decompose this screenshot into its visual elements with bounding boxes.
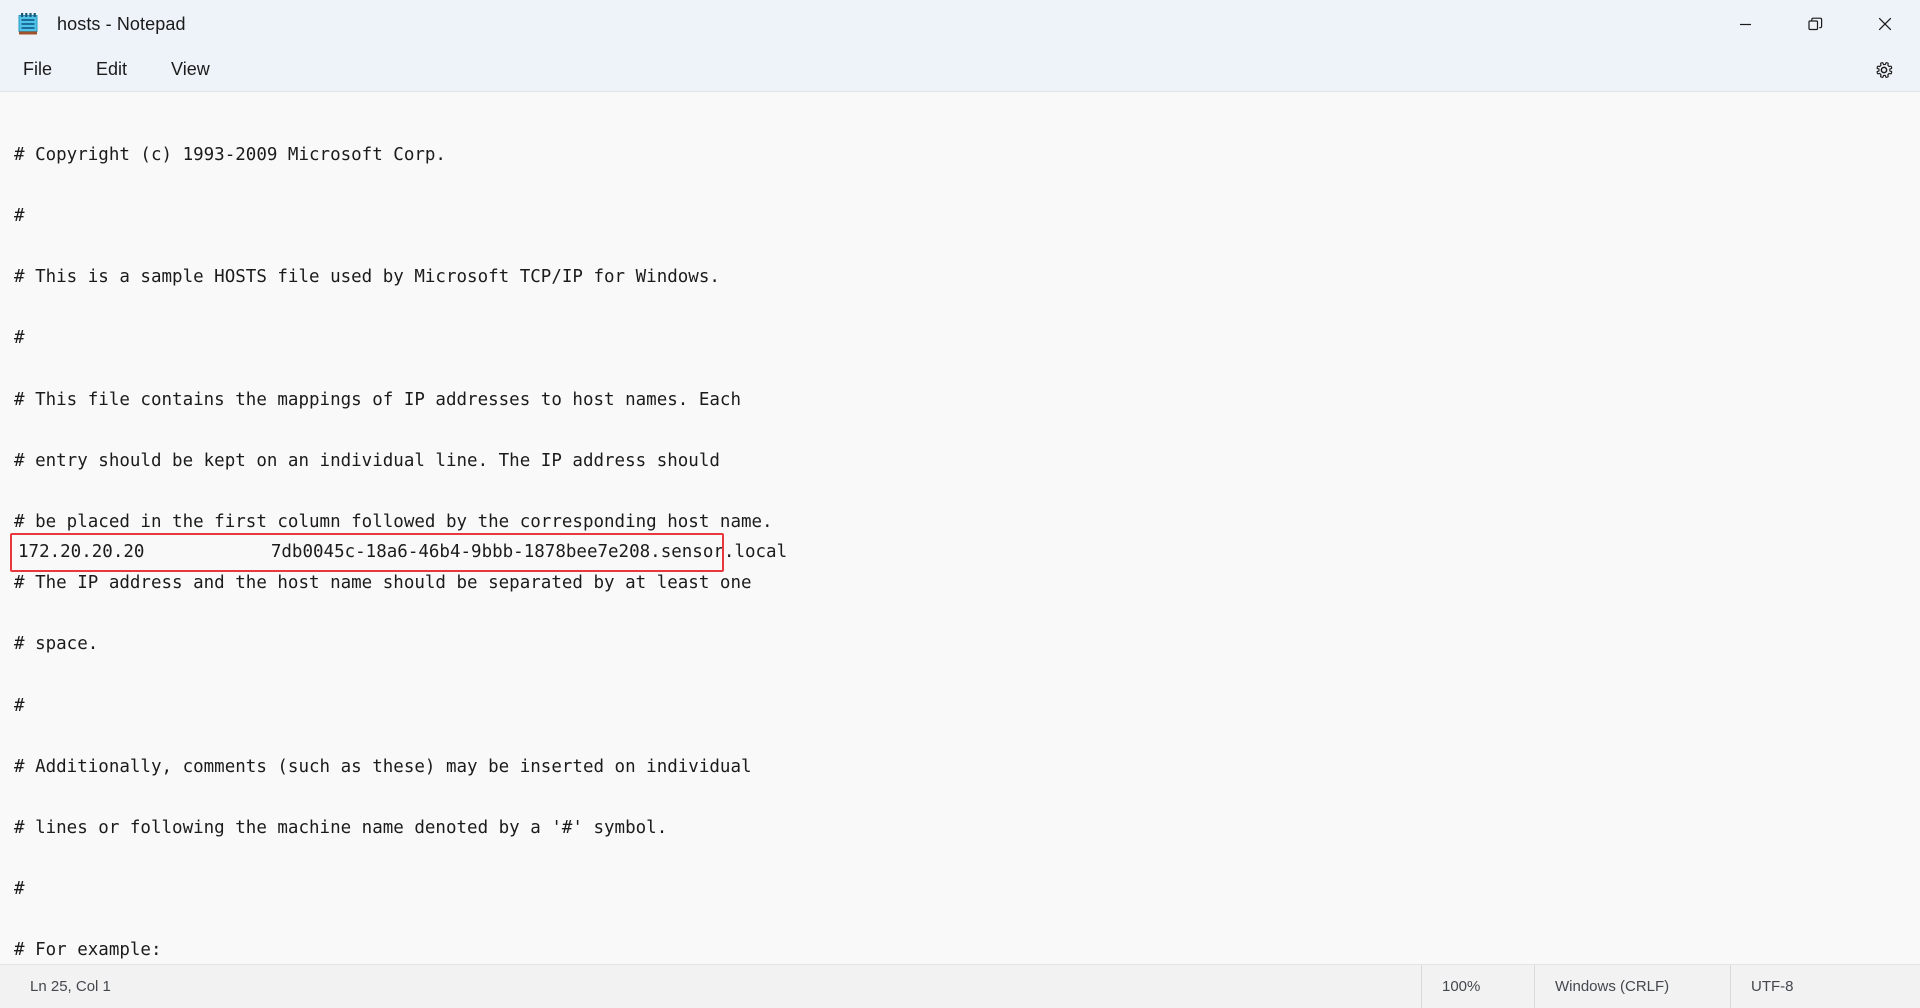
code-line: #	[14, 695, 25, 716]
cursor-position-status: Ln 25, Col 1	[30, 978, 111, 995]
maximize-button[interactable]	[1780, 0, 1850, 48]
window-controls	[1710, 0, 1920, 48]
settings-button[interactable]	[1864, 53, 1904, 87]
hosts-file-content[interactable]: # Copyright (c) 1993-2009 Microsoft Corp…	[0, 92, 1920, 964]
notepad-window: hosts - Notepad File Edit View # Copyrig…	[0, 0, 1920, 1008]
status-bar: Ln 25, Col 1 100% Windows (CRLF) UTF-8	[0, 964, 1920, 1008]
line-ending-status[interactable]: Windows (CRLF)	[1534, 965, 1730, 1008]
code-line: # lines or following the machine name de…	[14, 818, 668, 839]
menu-bar: File Edit View	[0, 48, 1920, 91]
encoding-status[interactable]: UTF-8	[1730, 965, 1920, 1008]
text-editor-area[interactable]: # Copyright (c) 1993-2009 Microsoft Corp…	[0, 91, 1920, 964]
code-line: # Copyright (c) 1993-2009 Microsoft Corp…	[14, 144, 446, 165]
code-line: # entry should be kept on an individual …	[14, 450, 720, 471]
zoom-level-status[interactable]: 100%	[1421, 965, 1534, 1008]
code-line: # Additionally, comments (such as these)…	[14, 756, 752, 777]
menu-item-edit[interactable]: Edit	[84, 53, 139, 86]
code-line: #	[14, 328, 25, 349]
status-bar-right: 100% Windows (CRLF) UTF-8	[1421, 965, 1920, 1008]
menu-item-view[interactable]: View	[159, 53, 222, 86]
minimize-button[interactable]	[1710, 0, 1780, 48]
close-icon	[1878, 17, 1892, 31]
notepad-icon	[17, 12, 39, 36]
code-line: #	[14, 879, 25, 900]
highlighted-host-entry: 172.20.20.20 7db0045c-18a6-46b4-9bbb-187…	[18, 542, 788, 562]
window-title: hosts - Notepad	[57, 13, 186, 34]
code-line: #	[14, 206, 25, 227]
code-line: # For example:	[14, 940, 162, 961]
restore-icon	[1807, 17, 1822, 30]
title-bar: hosts - Notepad	[0, 0, 1920, 48]
minimize-icon	[1739, 23, 1751, 25]
code-line: # This is a sample HOSTS file used by Mi…	[14, 267, 720, 288]
close-button[interactable]	[1850, 0, 1920, 48]
code-line: # This file contains the mappings of IP …	[14, 389, 741, 410]
code-line: # space.	[14, 634, 99, 655]
code-line: # The IP address and the host name shoul…	[14, 573, 752, 594]
code-line: # be placed in the first column followed…	[14, 512, 773, 533]
gear-icon	[1876, 61, 1893, 78]
menu-item-file[interactable]: File	[11, 53, 64, 86]
